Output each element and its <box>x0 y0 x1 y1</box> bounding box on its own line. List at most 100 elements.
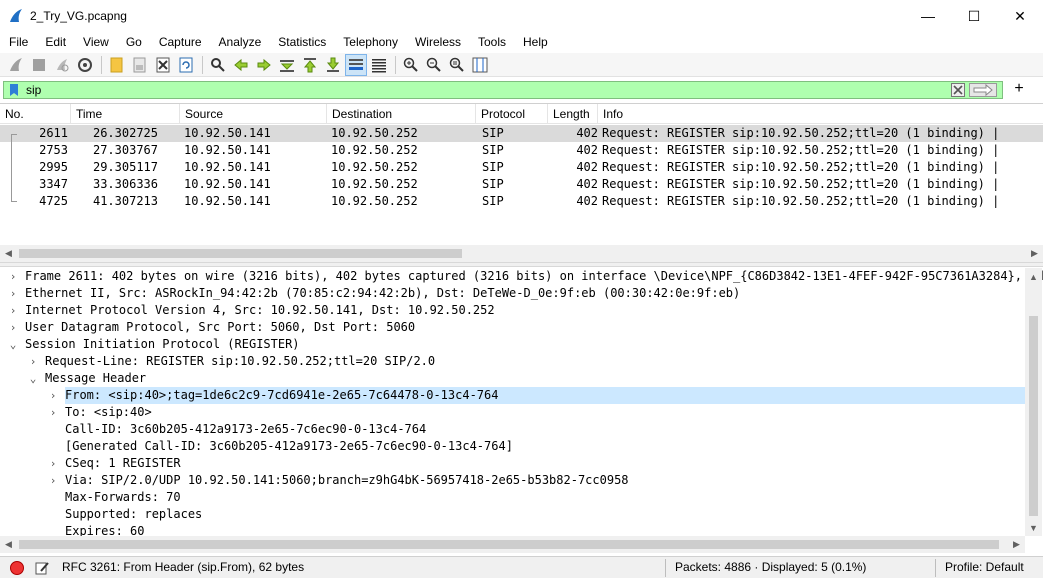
reload-file-button[interactable] <box>175 54 197 76</box>
tree-item[interactable]: › CSeq: 1 REGISTER <box>0 455 1043 472</box>
menu-telephony[interactable]: Telephony <box>334 35 406 49</box>
display-filter-input[interactable]: sip <box>3 81 1003 99</box>
capture-comment-button[interactable] <box>34 560 50 576</box>
resize-columns-icon <box>472 57 488 72</box>
menu-tools[interactable]: Tools <box>469 35 514 49</box>
maximize-button[interactable]: ☐ <box>951 0 997 32</box>
scroll-left-arrow-icon[interactable]: ◀ <box>0 536 17 553</box>
column-header-protocol[interactable]: Protocol <box>476 104 548 124</box>
go-last-button[interactable] <box>322 54 344 76</box>
tree-item[interactable]: Max-Forwards: 70 <box>0 489 1043 506</box>
main-toolbar <box>0 53 1043 77</box>
tree-item[interactable]: Supported: replaces <box>0 506 1043 523</box>
expanded-chevron-icon[interactable]: ⌄ <box>8 336 18 353</box>
open-file-button[interactable] <box>106 54 128 76</box>
zoom-out-button[interactable] <box>423 54 445 76</box>
find-packet-button[interactable] <box>207 54 229 76</box>
tree-item[interactable]: › To: <sip:40> <box>0 404 1043 421</box>
zoom-in-button[interactable] <box>400 54 422 76</box>
minimize-button[interactable]: — <box>905 0 951 32</box>
status-profile[interactable]: Profile: Default <box>945 560 1024 574</box>
tree-item[interactable]: › From: <sip:40>;tag=1de6c2c9-7cd6941e-2e… <box>0 387 1043 404</box>
go-forward-button[interactable] <box>253 54 275 76</box>
collapsed-chevron-icon[interactable]: › <box>48 455 58 472</box>
column-header-time[interactable]: Time <box>71 104 180 124</box>
column-header-no[interactable]: No. <box>0 104 71 124</box>
menu-help[interactable]: Help <box>514 35 556 49</box>
tree-item[interactable]: ⌄ Session Initiation Protocol (REGISTER) <box>0 336 1043 353</box>
go-back-button[interactable] <box>230 54 252 76</box>
filter-bookmark-button[interactable] <box>6 82 22 98</box>
autoscroll-button[interactable] <box>345 53 367 76</box>
details-hscrollbar[interactable]: ◀ ▶ <box>0 536 1025 553</box>
menu-file[interactable]: File <box>0 35 36 49</box>
collapsed-chevron-icon[interactable]: › <box>8 268 18 285</box>
colorize-button[interactable] <box>368 54 390 76</box>
scroll-thumb[interactable] <box>19 249 462 258</box>
table-row[interactable]: 2995 29.305117 10.92.50.141 10.92.50.252 SIP… <box>0 159 1043 176</box>
stop-capture-button[interactable] <box>28 54 50 76</box>
tree-item[interactable]: ⌄ Message Header <box>0 370 1043 387</box>
column-header-source[interactable]: Source <box>180 104 327 124</box>
tree-item[interactable]: › User Datagram Protocol, Src Port: 5060,… <box>0 319 1043 336</box>
packet-list-hscrollbar[interactable]: ◀ ▶ <box>0 245 1043 262</box>
scroll-right-arrow-icon[interactable]: ▶ <box>1026 245 1043 262</box>
close-button[interactable]: ✕ <box>997 0 1043 32</box>
menu-capture[interactable]: Capture <box>150 35 210 49</box>
zoom-normal-button[interactable] <box>446 54 468 76</box>
tree-item[interactable]: › Internet Protocol Version 4, Src: 10.92… <box>0 302 1043 319</box>
tree-item[interactable]: › Via: SIP/2.0/UDP 10.92.50.141:5060;bran… <box>0 472 1043 489</box>
scroll-left-arrow-icon[interactable]: ◀ <box>0 245 17 262</box>
capture-options-icon <box>78 57 92 72</box>
collapsed-chevron-icon[interactable]: › <box>8 302 18 319</box>
cell-protocol: SIP <box>482 177 504 191</box>
save-file-button[interactable] <box>129 54 151 76</box>
tree-item[interactable]: › Frame 2611: 402 bytes on wire (3216 bit… <box>0 268 1043 285</box>
add-filter-button[interactable]: + <box>1011 80 1027 98</box>
table-row[interactable]: 4725 41.307213 10.92.50.141 10.92.50.252 SIP… <box>0 193 1043 210</box>
table-row[interactable]: 2753 27.303767 10.92.50.141 10.92.50.252 SIP… <box>0 142 1043 159</box>
tree-item[interactable]: › Request-Line: REGISTER sip:10.92.50.252… <box>0 353 1043 370</box>
scroll-track[interactable] <box>17 245 1026 262</box>
menu-wireless[interactable]: Wireless <box>406 35 469 49</box>
column-header-info[interactable]: Info <box>598 104 1043 124</box>
tree-item[interactable]: › Ethernet II, Src: ASRockIn_94:42:2b (70… <box>0 285 1043 302</box>
capture-options-button[interactable] <box>74 54 96 76</box>
menu-view[interactable]: View <box>74 35 117 49</box>
menu-edit[interactable]: Edit <box>36 35 74 49</box>
start-capture-button[interactable] <box>5 54 27 76</box>
table-row[interactable]: 2611 26.302725 10.92.50.141 10.92.50.252 SIP… <box>0 125 1043 142</box>
go-first-button[interactable] <box>299 54 321 76</box>
collapsed-chevron-icon[interactable]: › <box>28 353 38 370</box>
go-to-packet-button[interactable] <box>276 54 298 76</box>
scroll-thumb[interactable] <box>1029 316 1038 516</box>
close-file-button[interactable] <box>152 54 174 76</box>
collapsed-chevron-icon[interactable]: › <box>48 404 58 421</box>
table-row[interactable]: 3347 33.306336 10.92.50.141 10.92.50.252 SIP… <box>0 176 1043 193</box>
clear-filter-button[interactable] <box>950 82 966 98</box>
expert-info-led-icon[interactable] <box>10 561 24 575</box>
collapsed-chevron-icon[interactable]: › <box>8 285 18 302</box>
scroll-right-arrow-icon[interactable]: ▶ <box>1008 536 1025 553</box>
collapsed-chevron-icon[interactable]: › <box>48 472 58 489</box>
menu-go[interactable]: Go <box>117 35 150 49</box>
menu-statistics[interactable]: Statistics <box>269 35 334 49</box>
scroll-track[interactable] <box>17 536 1008 553</box>
pane-splitter[interactable] <box>0 262 1043 267</box>
scroll-thumb[interactable] <box>19 540 999 549</box>
expanded-chevron-icon[interactable]: ⌄ <box>28 370 38 387</box>
collapsed-chevron-icon[interactable]: › <box>8 319 18 336</box>
apply-filter-button[interactable] <box>968 82 998 98</box>
resize-columns-button[interactable] <box>469 54 491 76</box>
restart-capture-button[interactable] <box>51 54 73 76</box>
scroll-down-arrow-icon[interactable]: ▼ <box>1025 519 1042 536</box>
collapsed-chevron-icon[interactable]: › <box>48 387 58 404</box>
tree-item[interactable]: Call-ID: 3c60b205-412a9173-2e65-7c6ec90-… <box>0 421 1043 438</box>
scroll-up-arrow-icon[interactable]: ▲ <box>1025 268 1042 285</box>
column-header-destination[interactable]: Destination <box>327 104 476 124</box>
menu-analyze[interactable]: Analyze <box>210 35 270 49</box>
column-header-length[interactable]: Length <box>548 104 598 124</box>
tree-item-label: To: <sip:40> <box>65 405 152 419</box>
details-vscrollbar[interactable]: ▲ ▼ <box>1025 268 1042 536</box>
tree-item[interactable]: [Generated Call-ID: 3c60b205-412a9173-2e… <box>0 438 1043 455</box>
